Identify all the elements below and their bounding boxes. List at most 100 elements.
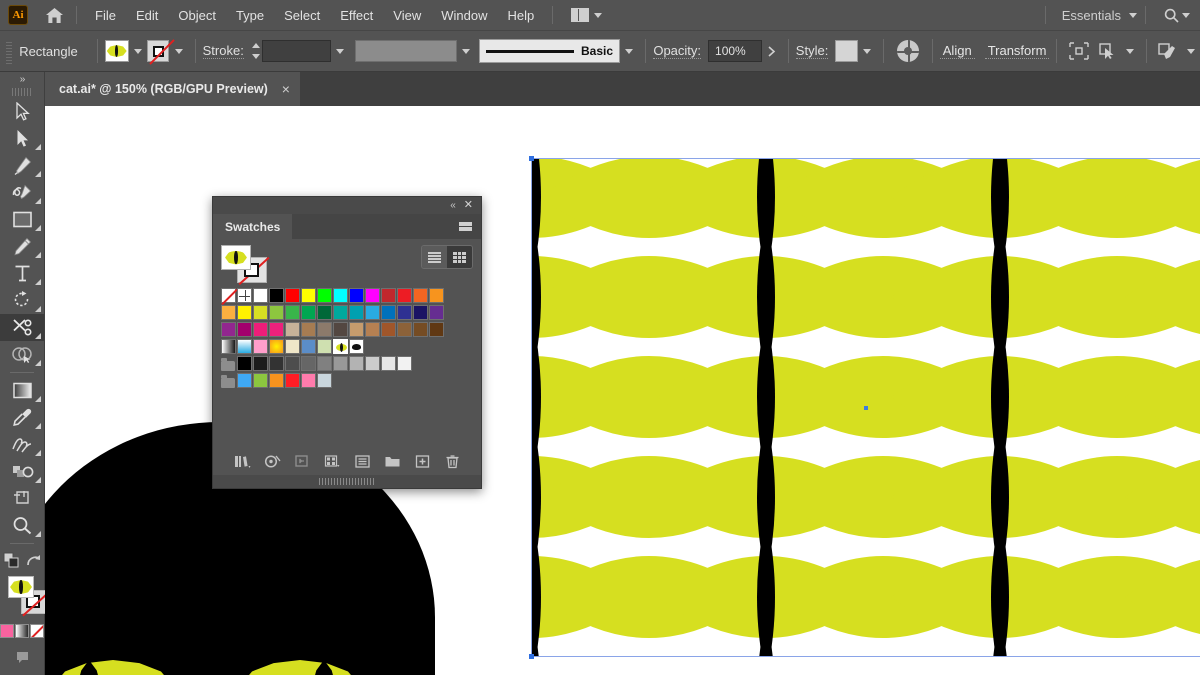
swatch-none[interactable] [221, 288, 236, 303]
swatch-orange-radial-gradient[interactable] [269, 339, 284, 354]
color-icon[interactable] [0, 624, 14, 638]
swatch-bright-orange[interactable] [269, 373, 284, 388]
swatch-dark-umber[interactable] [429, 322, 444, 337]
default-fill-stroke-icon[interactable] [26, 553, 41, 568]
opacity-expand-icon[interactable] [762, 40, 780, 62]
menu-effect[interactable]: Effect [330, 4, 383, 27]
new-color-group-icon[interactable] [384, 453, 401, 470]
swatch-cat-eye-pattern[interactable] [333, 339, 348, 354]
swatch-pink-diamond-pattern[interactable] [253, 339, 268, 354]
variable-width-chevron-icon[interactable] [457, 40, 475, 62]
swatch-teal[interactable] [349, 305, 364, 320]
shape-builder-tool[interactable] [0, 341, 44, 368]
swatch-libraries-icon[interactable] [234, 453, 251, 470]
menu-object[interactable]: Object [168, 4, 226, 27]
swatch-options-icon[interactable] [354, 453, 371, 470]
fill-color-swatch[interactable] [105, 40, 129, 62]
swatch-gray-5[interactable] [397, 356, 412, 371]
swatch-gray-70[interactable] [285, 356, 300, 371]
swatch-navy[interactable] [413, 305, 428, 320]
swatch-orange-red[interactable] [413, 288, 428, 303]
swatch-umber[interactable] [413, 322, 428, 337]
draw-mode-button[interactable] [1157, 42, 1179, 60]
swatch-rgb-magenta[interactable] [365, 288, 380, 303]
arrange-documents-button[interactable] [565, 8, 608, 22]
curvature-tool[interactable] [0, 179, 44, 206]
draw-mode-chevron-icon[interactable] [1182, 40, 1200, 62]
delete-swatch-icon[interactable] [444, 453, 461, 470]
opacity-input[interactable]: 100% [708, 40, 762, 62]
close-panel-icon[interactable]: ✕ [464, 200, 473, 211]
isolate-object-button[interactable] [1069, 42, 1089, 60]
swatch-camel[interactable] [365, 322, 380, 337]
rotate-tool[interactable] [0, 287, 44, 314]
tab-swatches[interactable]: Swatches [213, 214, 292, 239]
workspace-chevron-icon[interactable] [1129, 13, 1137, 18]
type-tool[interactable] [0, 260, 44, 287]
swatch-light-green[interactable] [269, 305, 284, 320]
swatch-indigo[interactable] [397, 305, 412, 320]
swatch-bright-pink[interactable] [301, 373, 316, 388]
fill-indicator[interactable] [8, 576, 34, 598]
opacity-label[interactable]: Opacity: [653, 43, 701, 59]
symbol-sprayer-tool[interactable] [0, 458, 44, 485]
swatches-panel-titlebar[interactable]: « ✕ [213, 197, 481, 214]
stroke-weight-label[interactable]: Stroke: [203, 43, 244, 59]
list-view-button[interactable] [422, 246, 447, 268]
swatch-black[interactable] [269, 288, 284, 303]
style-chevron-icon[interactable] [858, 40, 876, 62]
toolbar-expand-icon[interactable]: » [0, 72, 44, 86]
swatch-green[interactable] [285, 305, 300, 320]
swatch-leaf-pattern[interactable] [317, 339, 332, 354]
select-similar-button[interactable] [1097, 42, 1117, 60]
swatch-tan[interactable] [285, 322, 300, 337]
swatch-magenta-dark[interactable] [237, 322, 252, 337]
menu-select[interactable]: Select [274, 4, 330, 27]
swatch-gray-40[interactable] [333, 356, 348, 371]
pen-tool[interactable] [0, 152, 44, 179]
direct-selection-tool[interactable] [0, 125, 44, 152]
panel-menu-button[interactable] [459, 214, 481, 239]
stroke-profile-chevron-icon[interactable] [620, 40, 638, 62]
blend-tool[interactable] [0, 431, 44, 458]
swatch-sea-green[interactable] [333, 305, 348, 320]
swatch-bright-blue[interactable] [237, 373, 252, 388]
select-similar-chevron-icon[interactable] [1120, 40, 1138, 62]
search-adobe-stock[interactable] [1154, 8, 1200, 23]
toolbar-grip[interactable] [12, 86, 32, 98]
close-icon[interactable]: × [282, 82, 290, 96]
stroke-weight-chevron-icon[interactable] [331, 40, 349, 62]
swatch-dark-red[interactable] [381, 288, 396, 303]
grid-view-button[interactable] [447, 246, 472, 268]
swatch-light-orange[interactable] [221, 305, 236, 320]
swatch-bright-red[interactable] [285, 373, 300, 388]
none-icon[interactable] [30, 624, 44, 638]
stroke-color-swatch[interactable] [147, 40, 169, 62]
rectangle-tool[interactable] [0, 206, 44, 233]
swatch-white[interactable] [253, 288, 268, 303]
swatch-violet[interactable] [221, 322, 236, 337]
swatch-crimson[interactable] [253, 322, 268, 337]
eyedropper-tool[interactable] [0, 404, 44, 431]
swatch-taupe[interactable] [301, 322, 316, 337]
swatch-gray-90[interactable] [253, 356, 268, 371]
stroke-variable-width-field[interactable] [355, 40, 456, 62]
swatch-rgb-blue[interactable] [349, 288, 364, 303]
edit-toolbar-button[interactable] [0, 671, 44, 675]
scissors-tool[interactable] [0, 314, 44, 341]
swatches-panel-resize-grip[interactable] [213, 475, 481, 488]
change-screen-mode-button[interactable] [0, 644, 44, 671]
pencil-tool[interactable] [0, 233, 44, 260]
swatch-gray-100[interactable] [237, 356, 252, 371]
stroke-weight-stepper[interactable] [250, 40, 262, 62]
swatch-sand[interactable] [349, 322, 364, 337]
swatch-registration[interactable] [237, 288, 252, 303]
swatch-warm-gray[interactable] [317, 322, 332, 337]
swatch-gray-60[interactable] [301, 356, 316, 371]
artboard-handle-top-left[interactable] [529, 156, 534, 161]
swatch-yellow-green[interactable] [253, 305, 268, 320]
swatch-camouflage-pattern[interactable] [301, 339, 316, 354]
recolor-artwork-button[interactable] [897, 40, 919, 62]
collapse-panel-icon[interactable]: « [450, 200, 455, 211]
swatch-rgb-cyan[interactable] [333, 288, 348, 303]
